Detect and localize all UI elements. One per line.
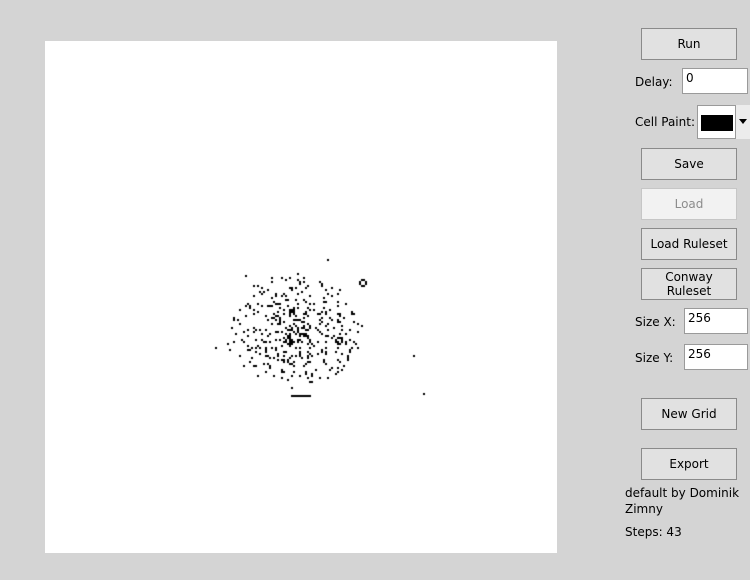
delay-label: Delay: bbox=[635, 75, 673, 89]
load-button[interactable]: Load bbox=[641, 188, 737, 220]
delay-input[interactable] bbox=[682, 68, 748, 94]
new-grid-button[interactable]: New Grid bbox=[641, 398, 737, 430]
cell-grid[interactable] bbox=[45, 41, 557, 553]
app-window: Run Delay: Cell Paint: Save Load Load Ru… bbox=[0, 0, 750, 580]
size-y-input[interactable] bbox=[684, 344, 748, 370]
cell-paint-swatch bbox=[701, 115, 733, 131]
conway-ruleset-button[interactable]: Conway Ruleset bbox=[641, 268, 737, 300]
run-button[interactable]: Run bbox=[641, 28, 737, 60]
size-x-label: Size X: bbox=[635, 315, 676, 329]
export-button[interactable]: Export bbox=[641, 448, 737, 480]
cell-paint-label: Cell Paint: bbox=[635, 115, 695, 129]
cell-grid-canvas[interactable] bbox=[45, 41, 557, 553]
size-x-input[interactable] bbox=[684, 308, 748, 334]
cell-paint-color-picker[interactable] bbox=[697, 105, 750, 139]
save-button[interactable]: Save bbox=[641, 148, 737, 180]
steps-counter: Steps: 43 bbox=[625, 525, 682, 539]
cell-paint-dropdown-button[interactable] bbox=[735, 105, 750, 139]
chevron-down-icon bbox=[739, 119, 747, 124]
size-y-label: Size Y: bbox=[635, 351, 674, 365]
load-ruleset-button[interactable]: Load Ruleset bbox=[641, 228, 737, 260]
ruleset-credit-text: default by Dominik Zimny bbox=[625, 486, 740, 516]
